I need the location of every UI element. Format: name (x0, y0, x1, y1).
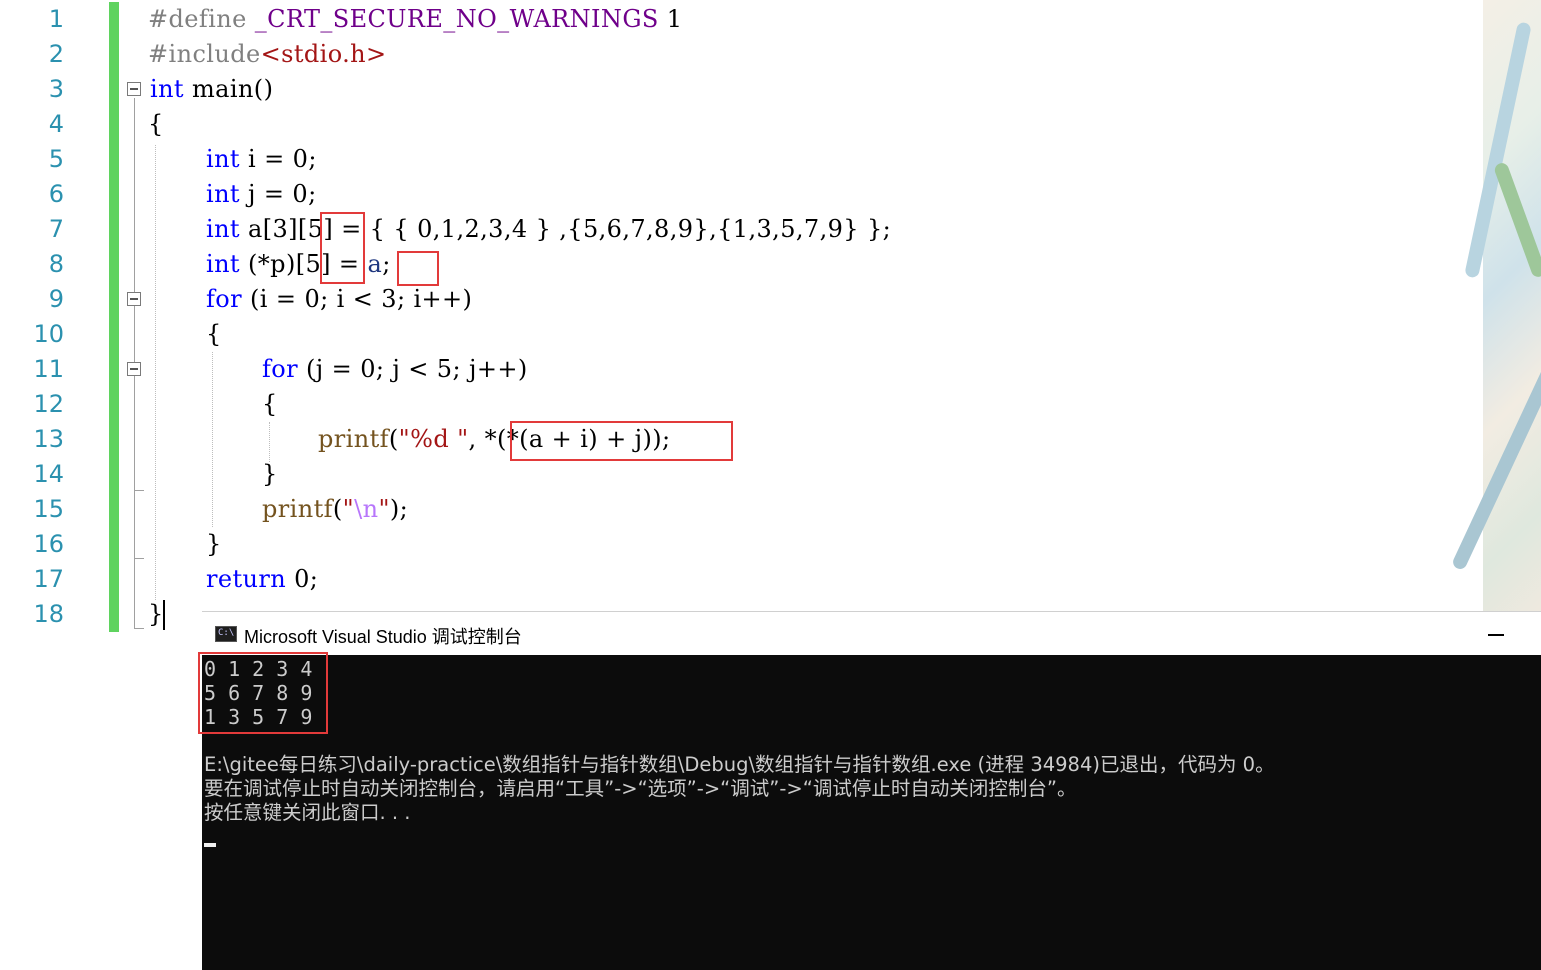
console-title-bar[interactable]: C:\ Microsoft Visual Studio 调试控制台 (202, 611, 1541, 655)
line-number: 1 (48, 5, 64, 33)
keyword: return (206, 565, 287, 593)
code-line-6: int j = 0; (206, 177, 317, 212)
keyword: for (206, 285, 243, 313)
keyword: int (206, 250, 240, 278)
minimize-button[interactable] (1486, 622, 1506, 646)
code-text: ); (389, 495, 409, 523)
console-caret (204, 843, 216, 847)
string-quote: " (342, 495, 355, 523)
code-line-7: int a[3][5] = { { 0,1,2,3,4 } ,{5,6,7,8,… (206, 212, 891, 247)
console-app-icon: C:\ (215, 626, 237, 642)
line-number: 9 (48, 285, 64, 313)
indent-guide (212, 352, 213, 527)
line-number: 10 (33, 320, 64, 348)
code-line-12: { (262, 390, 278, 418)
string-literal: "%d " (398, 425, 469, 453)
code-line-11: for (j = 0; j < 5; j++) (262, 352, 528, 387)
keyword: int (206, 180, 240, 208)
keyword: for (262, 355, 299, 383)
code-line-16: } (206, 530, 222, 558)
line-number: 8 (48, 250, 64, 278)
text-cursor (163, 600, 165, 630)
outline-end-tick (134, 490, 144, 491)
decorative-stripe (1492, 161, 1541, 279)
macro-name: _CRT_SECURE_NO_WARNINGS (254, 5, 659, 33)
console-title: Microsoft Visual Studio 调试控制台 (244, 627, 522, 647)
line-number: 5 (48, 145, 64, 173)
string-quote: " (378, 495, 390, 523)
line-number: 18 (33, 600, 64, 628)
line-number: 12 (33, 390, 64, 418)
keyword: int (206, 215, 240, 243)
code-line-10: { (206, 320, 222, 348)
code-line-1: #define _CRT_SECURE_NO_WARNINGS 1 (148, 2, 682, 37)
line-number: 14 (33, 460, 64, 488)
line-number: 17 (33, 565, 64, 593)
outline-end-tick (134, 628, 144, 629)
line-number: 11 (33, 355, 64, 383)
debug-console-window[interactable]: C:\ Microsoft Visual Studio 调试控制台 0 1 2 … (202, 611, 1541, 970)
annotation-box-pointer-expression (510, 421, 733, 461)
code-line-5: int i = 0; (206, 142, 317, 177)
line-number: 3 (48, 75, 64, 103)
code-text: ( (332, 495, 343, 523)
indent-guide (269, 422, 270, 462)
code-line-2: #include<stdio.h> (148, 37, 387, 72)
line-number: 15 (33, 495, 64, 523)
code-text: ( (388, 425, 399, 453)
code-line-3: int main() (150, 72, 273, 107)
code-line-17: return 0; (206, 562, 318, 597)
code-text: j = 0; (239, 180, 317, 208)
escape-sequence: \n (354, 495, 379, 523)
outline-end-tick (134, 558, 144, 559)
code-line-14: } (262, 460, 278, 488)
macro-value: 1 (658, 5, 683, 33)
indent-guide (155, 145, 156, 600)
preprocessor-directive: #define (148, 5, 247, 33)
code-text: , (468, 425, 485, 453)
annotation-box-console-output (198, 652, 328, 734)
code-text: 0; (286, 565, 319, 593)
line-number: 4 (48, 110, 64, 138)
code-line-4: { (148, 110, 164, 138)
variable: a (367, 250, 383, 278)
code-text: (i = 0; i < 3; i++) (242, 285, 473, 313)
console-press-key-message: 按任意键关闭此窗口. . . (204, 801, 411, 824)
annotation-box-array-name (397, 251, 439, 286)
line-number: 7 (48, 215, 64, 243)
console-icon-label: C:\ (218, 628, 235, 638)
function-name: printf (262, 495, 333, 523)
code-text: ; (382, 250, 391, 278)
include-header: <stdio.h> (260, 40, 387, 68)
editor-scrollbar-area[interactable] (1450, 0, 1541, 612)
function-name: printf (318, 425, 389, 453)
collapse-main-toggle[interactable] (127, 82, 141, 96)
code-line-18: } (148, 600, 164, 628)
change-tracking-bar (109, 2, 119, 632)
console-hint-message: 要在调试停止时自动关闭控制台，请启用“工具”->“选项”->“调试”->“调试停… (204, 777, 1077, 800)
code-line-9: for (i = 0; i < 3; i++) (206, 282, 472, 317)
console-exit-message: E:\gitee每日练习\daily-practice\数组指针与指针数组\De… (204, 753, 1275, 776)
line-number: 13 (33, 425, 64, 453)
collapse-inner-for-toggle[interactable] (127, 362, 141, 376)
code-line-15: printf("\n"); (262, 492, 408, 527)
line-number: 2 (48, 40, 64, 68)
code-text: main() (183, 75, 274, 103)
line-number: 6 (48, 180, 64, 208)
preprocessor-directive: #include (148, 40, 261, 68)
keyword: int (150, 75, 184, 103)
keyword: int (206, 145, 240, 173)
line-number: 16 (33, 530, 64, 558)
code-text: i = 0; (239, 145, 317, 173)
collapse-outer-for-toggle[interactable] (127, 292, 141, 306)
annotation-box-column-size (320, 212, 365, 284)
code-text: (j = 0; j < 5; j++) (298, 355, 528, 383)
